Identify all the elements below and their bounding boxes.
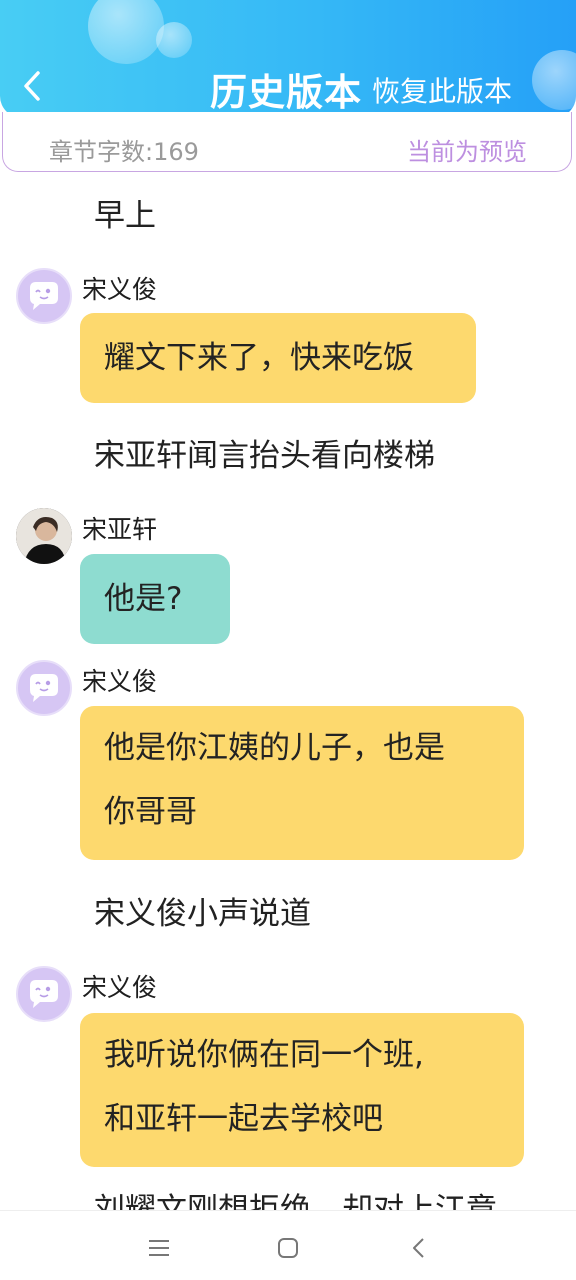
speaker-name: 宋义俊 — [82, 275, 158, 304]
speaker-name: 宋亚轩 — [82, 515, 158, 544]
message-bubble: 他是? — [80, 554, 230, 644]
narration-text: 宋义俊小声说道 — [94, 896, 311, 932]
menu-button[interactable] — [144, 1233, 174, 1263]
message-text: 耀文下来了，快来吃饭 — [104, 340, 414, 376]
message-text: 他是你江姨的儿子，也是 — [104, 730, 445, 766]
avatar[interactable] — [16, 508, 72, 564]
page-title: 历史版本 — [210, 71, 362, 114]
chat-bubble-face-icon — [30, 674, 58, 702]
person-photo-icon — [16, 508, 72, 564]
avatar[interactable] — [16, 268, 72, 324]
avatar[interactable] — [16, 660, 72, 716]
home-button[interactable] — [273, 1233, 303, 1263]
system-back-button[interactable] — [404, 1233, 434, 1263]
word-count: 章节字数:169 — [49, 138, 199, 166]
chevron-left-icon — [24, 71, 40, 101]
speaker-name: 宋义俊 — [82, 973, 158, 1002]
chat-bubble-face-icon — [30, 282, 58, 310]
restore-version-button[interactable]: 恢复此版本 — [372, 70, 512, 110]
message-text: 我听说你俩在同一个班, — [104, 1037, 424, 1073]
narration-text-partial: 刘耀文刚想拒绝，却对上江竟 — [94, 1192, 497, 1210]
chat-bubble-face-icon — [30, 980, 58, 1008]
preview-status: 当前为预览 — [407, 138, 527, 166]
decor-bubble-large — [88, 0, 164, 64]
decor-bubble-small — [156, 22, 192, 58]
back-triangle-icon — [413, 1238, 424, 1258]
speaker-name: 宋义俊 — [82, 667, 158, 696]
message-text: 他是? — [104, 581, 183, 617]
chapter-info-panel: 章节字数:169 当前为预览 — [2, 112, 572, 172]
message-bubble: 我听说你俩在同一个班, 和亚轩一起去学校吧 — [80, 1013, 524, 1167]
header-bar: 历史版本 恢复此版本 — [0, 0, 576, 118]
menu-icon — [149, 1240, 169, 1256]
decor-bubble-right — [532, 50, 576, 110]
message-text: 你哥哥 — [104, 794, 197, 830]
message-text: 和亚轩一起去学校吧 — [104, 1101, 383, 1137]
system-navigation-bar — [0, 1210, 576, 1280]
narration-text: 宋亚轩闻言抬头看向楼梯 — [94, 438, 435, 474]
back-button[interactable] — [14, 64, 50, 108]
narration-text: 早上 — [94, 198, 156, 234]
home-square-icon — [278, 1238, 298, 1258]
message-bubble: 耀文下来了，快来吃饭 — [80, 313, 476, 403]
avatar[interactable] — [16, 966, 72, 1022]
message-bubble: 他是你江姨的儿子，也是 你哥哥 — [80, 706, 524, 860]
